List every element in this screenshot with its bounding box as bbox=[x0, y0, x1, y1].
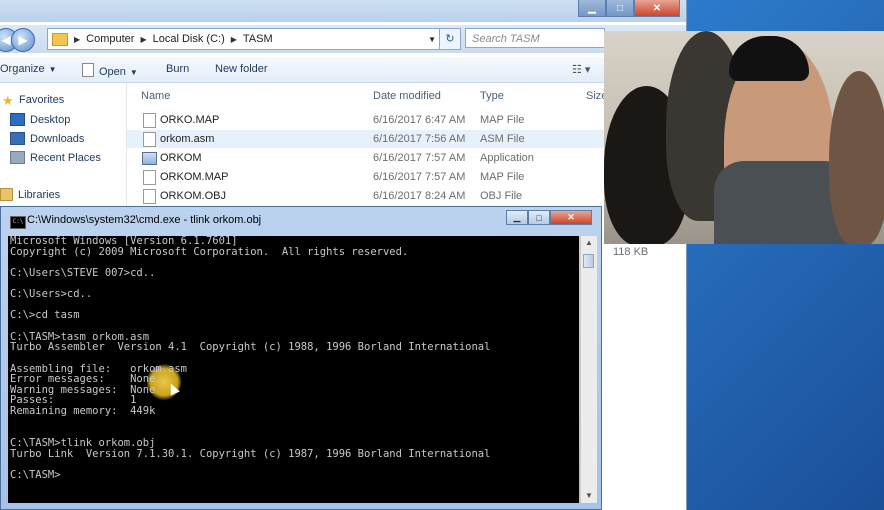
console-line: Copyright (c) 2009 Microsoft Corporation… bbox=[10, 246, 409, 258]
desktop-icon bbox=[10, 113, 25, 126]
file-date: 6/16/2017 6:47 AM bbox=[373, 114, 466, 126]
close-button[interactable]: ✕ bbox=[634, 0, 680, 17]
sidebar-label: Downloads bbox=[30, 132, 85, 145]
search-input[interactable]: Search TASM bbox=[465, 28, 605, 48]
console-line: C:\TASM> bbox=[10, 469, 61, 481]
console-line: Turbo Assembler Version 4.1 Copyright (c… bbox=[10, 341, 491, 353]
file-name: ORKOM.OBJ bbox=[160, 190, 227, 202]
address-bar-area: ◀ ▶ ▶ Computer ▶ Local Disk (C:) ▶ TASM … bbox=[0, 25, 686, 53]
sidebar-item-libraries[interactable]: Libraries bbox=[0, 188, 60, 201]
explorer-titlebar: ▁ □ ✕ bbox=[0, 0, 686, 22]
file-name: ORKOM bbox=[160, 152, 202, 164]
organize-menu[interactable]: Organize ▼ bbox=[0, 63, 57, 75]
breadcrumb-local-disk[interactable]: Local Disk (C:) bbox=[147, 33, 231, 45]
webcam-hair bbox=[729, 36, 809, 81]
console-line: C:\Users\STEVE 007>cd.. bbox=[10, 267, 156, 279]
column-header-type[interactable]: Type bbox=[480, 90, 504, 102]
console-icon: C:\ bbox=[10, 216, 26, 229]
document-icon bbox=[82, 63, 94, 77]
file-date: 6/16/2017 7:57 AM bbox=[373, 152, 466, 164]
sidebar-label: Recent Places bbox=[30, 151, 101, 164]
file-icon bbox=[143, 132, 156, 147]
file-icon bbox=[143, 113, 156, 128]
sidebar-label: Desktop bbox=[30, 113, 71, 126]
file-row[interactable]: ORKO.MAP 6/16/2017 6:47 AM MAP File bbox=[127, 111, 607, 129]
file-name: ORKO.MAP bbox=[160, 114, 220, 126]
libraries-icon bbox=[0, 188, 13, 201]
cmd-window: C:\ C:\Windows\system32\cmd.exe - tlink … bbox=[0, 206, 602, 510]
console-line: Remaining memory: 449k bbox=[10, 405, 156, 417]
file-date: 6/16/2017 8:24 AM bbox=[373, 190, 466, 202]
refresh-button[interactable]: ↻ bbox=[439, 28, 461, 50]
file-type: MAP File bbox=[480, 114, 525, 126]
file-type: Application bbox=[480, 152, 534, 164]
file-name: ORKOM.MAP bbox=[160, 171, 229, 183]
console-line: C:\Users>cd.. bbox=[10, 288, 93, 300]
command-bar: Organize ▼ Open ▼ Burn New folder ☷ ▾ bbox=[0, 57, 686, 83]
file-type: ASM File bbox=[480, 133, 525, 145]
file-type: OBJ File bbox=[480, 190, 523, 202]
sidebar-item-desktop[interactable]: Desktop bbox=[10, 113, 70, 126]
forward-button[interactable]: ▶ bbox=[11, 28, 35, 52]
console-output[interactable]: Microsoft Windows [Version 6.1.7601] Cop… bbox=[8, 236, 579, 503]
maximize-button[interactable]: □ bbox=[528, 210, 550, 225]
file-date: 6/16/2017 7:56 AM bbox=[373, 133, 466, 145]
console-line: Turbo Link Version 7.1.30.1. Copyright (… bbox=[10, 448, 491, 460]
sidebar-label: Favorites bbox=[19, 94, 65, 106]
star-icon: ★ bbox=[2, 92, 14, 108]
minimize-button[interactable]: ▁ bbox=[578, 0, 606, 17]
breadcrumb-computer[interactable]: Computer bbox=[80, 33, 140, 45]
column-header-name[interactable]: Name bbox=[141, 90, 170, 102]
address-box[interactable]: ▶ Computer ▶ Local Disk (C:) ▶ TASM ▼ bbox=[47, 28, 461, 50]
application-icon bbox=[142, 152, 157, 165]
column-header-date[interactable]: Date modified bbox=[373, 90, 441, 102]
downloads-icon bbox=[10, 132, 25, 145]
console-scrollbar[interactable]: ▲ ▼ bbox=[580, 236, 597, 503]
file-row[interactable]: ORKOM.MAP 6/16/2017 7:57 AM MAP File bbox=[127, 168, 607, 186]
organize-label: Organize bbox=[0, 63, 45, 75]
folder-icon bbox=[52, 32, 68, 46]
file-row[interactable]: ORKOM.OBJ 6/16/2017 8:24 AM OBJ File bbox=[127, 187, 607, 205]
file-date: 6/16/2017 7:57 AM bbox=[373, 171, 466, 183]
open-button[interactable]: Open ▼ bbox=[82, 63, 138, 78]
file-row[interactable]: orkom.asm 6/16/2017 7:56 AM ASM File bbox=[127, 130, 607, 148]
webcam-person bbox=[829, 71, 884, 244]
sidebar-item-recent-places[interactable]: Recent Places bbox=[10, 151, 101, 164]
maximize-button[interactable]: □ bbox=[606, 0, 634, 17]
file-icon bbox=[143, 170, 156, 185]
sidebar-item-downloads[interactable]: Downloads bbox=[10, 132, 84, 145]
scroll-down-arrow-icon[interactable]: ▼ bbox=[581, 489, 597, 503]
sidebar-item-favorites[interactable]: ★ Favorites bbox=[2, 92, 65, 108]
window-controls: ▁ □ ✕ bbox=[578, 0, 680, 17]
cmd-title: C:\Windows\system32\cmd.exe - tlink orko… bbox=[27, 214, 262, 226]
chevron-down-icon: ▼ bbox=[129, 68, 138, 77]
view-options-icon[interactable]: ☷ ▾ bbox=[572, 63, 590, 76]
file-icon bbox=[143, 189, 156, 204]
file-list: Name Date modified Type Size ORKO.MAP 6/… bbox=[126, 83, 687, 213]
file-size: 118 KB bbox=[613, 246, 649, 258]
chevron-down-icon: ▼ bbox=[48, 65, 57, 74]
sidebar-label: Libraries bbox=[18, 188, 61, 201]
navigation-pane: ★ Favorites Desktop Downloads Recent Plac… bbox=[0, 83, 125, 213]
close-button[interactable]: ✕ bbox=[550, 210, 592, 225]
webcam-overlay bbox=[604, 31, 884, 244]
console-line: C:\>cd tasm bbox=[10, 309, 80, 321]
open-label: Open bbox=[99, 66, 126, 78]
scroll-up-arrow-icon[interactable]: ▲ bbox=[581, 236, 597, 250]
burn-button[interactable]: Burn bbox=[166, 63, 189, 75]
cmd-window-controls: ▁ □ ✕ bbox=[506, 210, 592, 225]
chevron-down-icon[interactable]: ▼ bbox=[428, 35, 436, 44]
minimize-button[interactable]: ▁ bbox=[506, 210, 528, 225]
file-row[interactable]: ORKOM 6/16/2017 7:57 AM Application bbox=[127, 149, 607, 167]
file-type: MAP File bbox=[480, 171, 525, 183]
new-folder-button[interactable]: New folder bbox=[215, 63, 268, 75]
breadcrumb-tasm[interactable]: TASM bbox=[237, 33, 279, 45]
file-name: orkom.asm bbox=[160, 133, 215, 145]
scroll-thumb[interactable] bbox=[583, 254, 594, 268]
recent-places-icon bbox=[10, 151, 25, 164]
